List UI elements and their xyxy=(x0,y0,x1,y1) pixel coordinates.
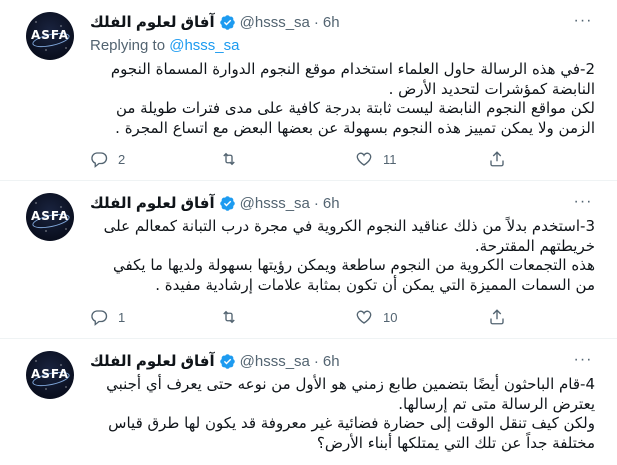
avatar-logo-text: ASFA xyxy=(30,367,70,381)
more-options-icon[interactable]: ··· xyxy=(573,352,593,373)
more-options-icon[interactable]: ··· xyxy=(573,194,593,215)
separator: · xyxy=(313,13,319,31)
tweet-actions: 1 10 xyxy=(90,308,510,328)
reply-icon xyxy=(91,152,108,168)
tweet-text: 2-في هذه الرسالة حاول العلماء استخدام مو… xyxy=(90,60,595,138)
tweet-header: آفاق لعلوم الفلك @hsss_sa · 6h xyxy=(90,12,340,32)
tweet-paragraph: 4-قام الباحثون أيضًا بتضمين طابع زمني هو… xyxy=(106,375,595,413)
retweet-button[interactable] xyxy=(220,308,248,326)
reply-button[interactable]: 1 xyxy=(90,308,125,326)
replying-to: Replying to @hsss_sa xyxy=(90,37,239,54)
reply-icon xyxy=(91,310,108,326)
like-button[interactable]: 10 xyxy=(355,308,397,326)
reply-count: 1 xyxy=(118,309,126,325)
tweet-paragraph: ولكن كيف تنقل الوقت إلى حضارة فضائية غير… xyxy=(108,414,595,452)
verified-badge-icon xyxy=(219,14,235,30)
reply-button[interactable]: 2 xyxy=(90,150,125,168)
tweet-paragraph: لكن مواقع النجوم النابضة ليست ثابتة بدرج… xyxy=(115,99,595,137)
timestamp[interactable]: 6h xyxy=(323,14,340,31)
timestamp[interactable]: 6h xyxy=(323,195,340,212)
like-count: 11 xyxy=(383,151,397,167)
handle[interactable]: @hsss_sa xyxy=(240,353,310,370)
share-button[interactable] xyxy=(488,150,506,168)
separator: · xyxy=(313,194,319,212)
verified-badge-icon xyxy=(219,353,235,369)
separator: · xyxy=(313,352,319,370)
tweet-paragraph: 3-استخدم بدلاً من ذلك عناقيد النجوم الكر… xyxy=(103,217,595,255)
like-button[interactable]: 11 xyxy=(355,150,397,168)
avatar[interactable]: ASFA xyxy=(26,351,74,399)
retweet-icon xyxy=(223,152,235,166)
share-icon xyxy=(490,151,504,167)
handle[interactable]: @hsss_sa xyxy=(240,14,310,31)
retweet-icon xyxy=(223,310,235,324)
retweet-button[interactable] xyxy=(220,150,248,168)
tweet-actions: 2 11 xyxy=(90,150,510,170)
avatar-logo-text: ASFA xyxy=(30,28,70,42)
tweet-header: آفاق لعلوم الفلك @hsss_sa · 6h xyxy=(90,193,340,213)
tweet-header: آفاق لعلوم الفلك @hsss_sa · 6h xyxy=(90,351,340,371)
share-icon xyxy=(490,309,504,325)
display-name[interactable]: آفاق لعلوم الفلك xyxy=(90,352,215,370)
display-name[interactable]: آفاق لعلوم الفلك xyxy=(90,194,215,212)
display-name[interactable]: آفاق لعلوم الفلك xyxy=(90,13,215,31)
reply-count: 2 xyxy=(118,151,126,167)
heart-icon xyxy=(356,152,372,166)
tweet-2[interactable]: ASFA آفاق لعلوم الفلك @hsss_sa · 6h ··· … xyxy=(0,181,617,338)
heart-icon xyxy=(356,310,372,324)
avatar-logo-text: ASFA xyxy=(30,209,70,223)
tweet-text: 3-استخدم بدلاً من ذلك عناقيد النجوم الكر… xyxy=(90,217,595,295)
tweet-text: 4-قام الباحثون أيضًا بتضمين طابع زمني هو… xyxy=(90,375,595,453)
tweet-1[interactable]: ASFA آفاق لعلوم الفلك @hsss_sa · 6h ··· … xyxy=(0,0,617,180)
verified-badge-icon xyxy=(219,195,235,211)
more-options-icon[interactable]: ··· xyxy=(573,13,593,34)
avatar[interactable]: ASFA xyxy=(26,12,74,60)
like-count: 10 xyxy=(383,309,398,325)
handle[interactable]: @hsss_sa xyxy=(240,195,310,212)
avatar[interactable]: ASFA xyxy=(26,193,74,241)
timestamp[interactable]: 6h xyxy=(323,353,340,370)
tweet-paragraph: هذه التجمعات الكروية من النجوم ساطعة ويم… xyxy=(113,256,595,294)
replying-to-handle[interactable]: @hsss_sa xyxy=(169,37,239,54)
tweet-paragraph: 2-في هذه الرسالة حاول العلماء استخدام مو… xyxy=(110,60,595,98)
replying-to-label: Replying to xyxy=(90,37,166,54)
tweet-3[interactable]: ASFA آفاق لعلوم الفلك @hsss_sa · 6h ··· … xyxy=(0,339,617,465)
share-button[interactable] xyxy=(488,308,506,326)
